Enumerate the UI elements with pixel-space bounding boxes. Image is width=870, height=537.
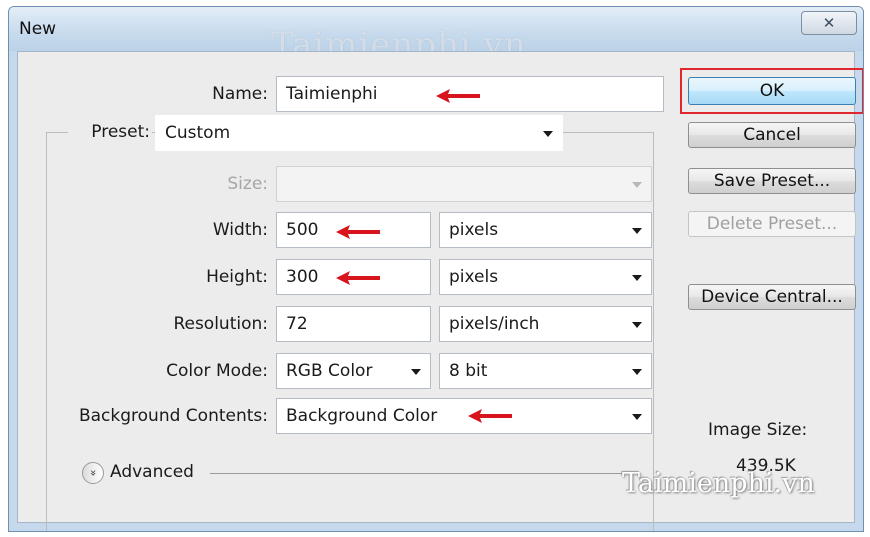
height-label: Height: bbox=[206, 267, 268, 287]
chevron-down-icon bbox=[632, 228, 642, 234]
image-size-label: Image Size: bbox=[708, 420, 808, 440]
chevron-down-icon bbox=[543, 131, 553, 137]
bit-depth-value: 8 bit bbox=[449, 361, 488, 381]
chevron-down-icon bbox=[411, 369, 421, 375]
height-unit-value: pixels bbox=[449, 267, 499, 287]
resolution-field[interactable]: 72 bbox=[276, 306, 431, 342]
chevron-down-icon bbox=[632, 414, 642, 420]
background-contents-value: Background Color bbox=[286, 406, 438, 426]
new-document-dialog: New Taimienphi.vn ✕ Name: Taimienphi Pre… bbox=[8, 6, 864, 532]
size-dropdown bbox=[276, 166, 652, 202]
preset-value: Custom bbox=[165, 123, 231, 143]
width-unit-value: pixels bbox=[449, 220, 499, 240]
chevron-down-icon bbox=[632, 322, 642, 328]
color-mode-label: Color Mode: bbox=[166, 361, 268, 381]
preset-dropdown[interactable]: Custom bbox=[155, 115, 563, 151]
width-unit-dropdown[interactable]: pixels bbox=[439, 212, 652, 248]
ok-button[interactable]: OK bbox=[688, 77, 856, 105]
color-mode-dropdown[interactable]: RGB Color bbox=[276, 353, 431, 389]
pointer-arrow-icon bbox=[336, 225, 380, 239]
size-label: Size: bbox=[227, 174, 268, 194]
pointer-arrow-icon bbox=[436, 89, 480, 103]
chevron-down-icon bbox=[632, 369, 642, 375]
preset-label: Preset: bbox=[68, 122, 152, 142]
pointer-arrow-icon bbox=[336, 271, 380, 285]
background-contents-label: Background Contents: bbox=[78, 406, 268, 426]
chevrons-down-icon[interactable]: » bbox=[82, 462, 104, 484]
color-mode-value: RGB Color bbox=[286, 361, 373, 381]
bit-depth-dropdown[interactable]: 8 bit bbox=[439, 353, 652, 389]
dialog-title: New bbox=[19, 19, 57, 39]
advanced-divider bbox=[210, 473, 624, 474]
resolution-unit-value: pixels/inch bbox=[449, 314, 540, 334]
chevron-down-icon bbox=[632, 182, 642, 188]
device-central-button[interactable]: Device Central... bbox=[688, 284, 856, 310]
resolution-unit-dropdown[interactable]: pixels/inch bbox=[439, 306, 652, 342]
chevron-down-icon bbox=[632, 275, 642, 281]
delete-preset-button: Delete Preset... bbox=[688, 211, 856, 237]
name-label: Name: bbox=[212, 84, 268, 104]
advanced-label[interactable]: Advanced bbox=[110, 462, 194, 482]
cancel-button[interactable]: Cancel bbox=[688, 122, 856, 148]
resolution-label: Resolution: bbox=[173, 314, 268, 334]
watermark-bottom: Taimienphi.vn bbox=[622, 468, 815, 499]
title-bar[interactable]: New Taimienphi.vn ✕ bbox=[9, 7, 863, 65]
close-button[interactable]: ✕ bbox=[801, 11, 857, 35]
dialog-body: Name: Taimienphi Preset: Custom Size: Wi… bbox=[17, 51, 863, 531]
background-contents-dropdown[interactable]: Background Color bbox=[276, 398, 652, 434]
pointer-arrow-icon bbox=[468, 409, 512, 423]
save-preset-button[interactable]: Save Preset... bbox=[688, 168, 856, 194]
height-unit-dropdown[interactable]: pixels bbox=[439, 259, 652, 295]
width-label: Width: bbox=[212, 220, 268, 240]
